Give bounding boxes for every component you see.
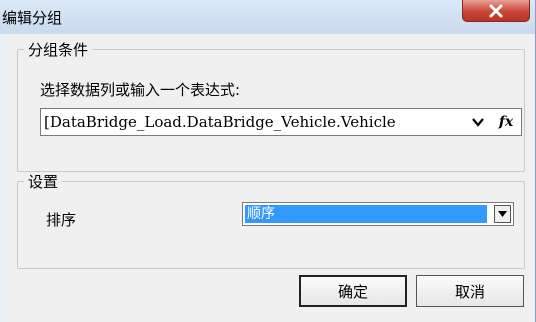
dropdown-triangle-icon	[498, 211, 507, 217]
group-condition-legend: 分组条件	[28, 41, 89, 59]
edit-group-dialog: 编辑分组 分组条件 选择数据列或输入一个表达式: [DataBridge_Loa…	[0, 0, 536, 322]
sort-select[interactable]: 顺序	[242, 202, 514, 226]
sort-dropdown-button[interactable]	[494, 205, 511, 223]
window-title: 编辑分组	[2, 9, 63, 27]
function-icon: fx	[498, 114, 514, 130]
expression-input[interactable]: [DataBridge_Load.DataBridge_Vehicle.Vehi…	[44, 113, 462, 131]
dialog-body: 分组条件 选择数据列或输入一个表达式: [DataBridge_Load.Dat…	[7, 34, 534, 322]
group-condition-section: 分组条件	[17, 39, 525, 172]
ok-button[interactable]: 确定	[299, 275, 407, 307]
close-icon	[489, 4, 503, 17]
settings-legend: 设置	[28, 173, 59, 191]
expression-prompt: 选择数据列或输入一个表达式:	[40, 81, 241, 99]
chevron-down-icon	[472, 118, 484, 127]
function-button[interactable]: fx	[493, 111, 519, 133]
sort-selected-value[interactable]: 顺序	[245, 205, 487, 223]
title-bar[interactable]: 编辑分组	[0, 0, 535, 34]
cancel-button[interactable]: 取消	[416, 275, 524, 307]
close-button[interactable]	[462, 0, 530, 22]
expression-dropdown-button[interactable]	[469, 114, 487, 130]
expression-combobox[interactable]: [DataBridge_Load.DataBridge_Vehicle.Vehi…	[40, 108, 522, 136]
sort-label: 排序	[46, 211, 77, 229]
